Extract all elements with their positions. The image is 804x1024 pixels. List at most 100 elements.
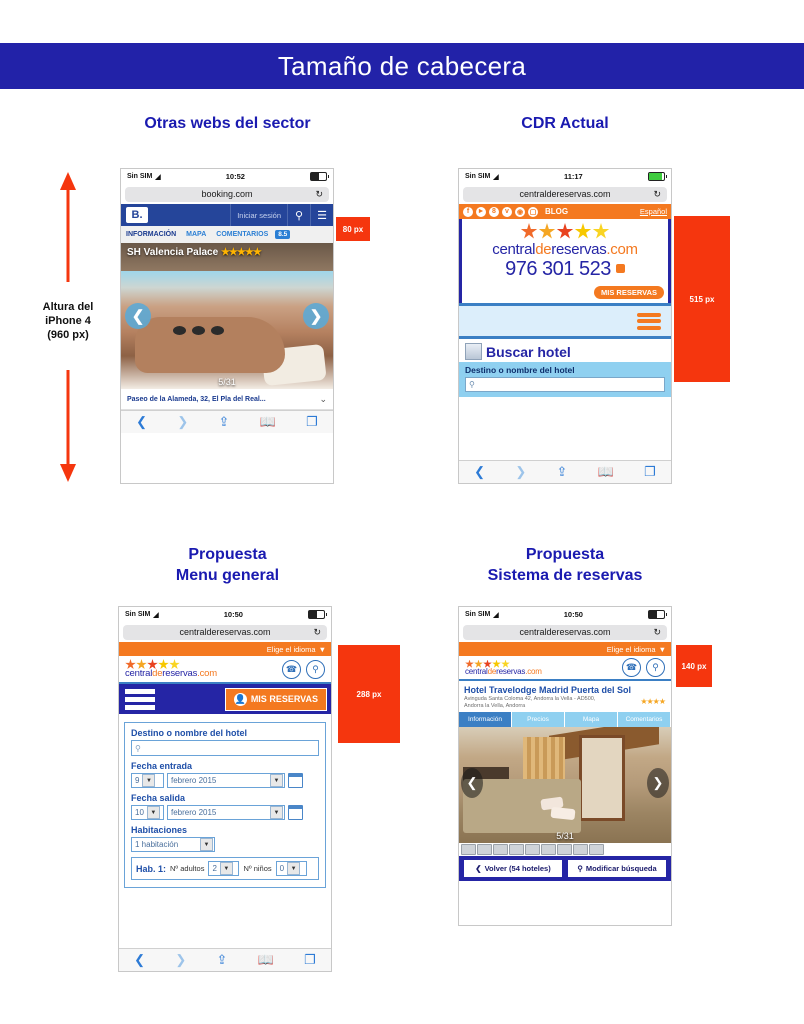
checkin-month-select[interactable]: febrero 2015 ▼: [167, 773, 285, 788]
forward-icon[interactable]: ❯: [177, 414, 188, 430]
modificar-busqueda-button[interactable]: ⚲ Modificar búsqueda: [567, 859, 667, 878]
url-pill[interactable]: booking.com ↻: [125, 186, 329, 202]
tab-comentarios[interactable]: COMENTARIOS: [211, 231, 273, 238]
blog-link[interactable]: BLOG: [545, 207, 568, 216]
destination-input[interactable]: ⚲: [465, 377, 665, 392]
instagram-icon[interactable]: ◉: [515, 206, 525, 217]
mis-reservas-button[interactable]: MIS RESERVAS: [594, 286, 664, 299]
hamburger-icon[interactable]: [125, 686, 155, 713]
google-plus-icon[interactable]: 8: [489, 206, 499, 217]
search-icon[interactable]: ⚲: [646, 658, 665, 677]
photo-prev-icon[interactable]: ❮: [461, 767, 483, 798]
reload-icon[interactable]: ↻: [653, 189, 661, 200]
thumbnail[interactable]: [493, 844, 508, 855]
back-icon[interactable]: ❮: [134, 952, 145, 968]
mascot-stars: [462, 223, 668, 240]
photo-prev-icon[interactable]: ❮: [125, 303, 151, 329]
booking-logo[interactable]: B.: [126, 207, 148, 223]
volver-button[interactable]: ❮ Volver (54 hoteles): [463, 859, 563, 878]
hamburger-icon[interactable]: [637, 310, 661, 332]
back-icon[interactable]: ❮: [136, 414, 147, 430]
page-title: Tamaño de cabecera: [277, 50, 527, 81]
url-bar[interactable]: centraldereservas.com ↻: [119, 622, 331, 642]
chevron-down-icon[interactable]: ▼: [659, 645, 666, 654]
tab-precios[interactable]: Precios: [512, 712, 565, 727]
twitter-icon[interactable]: ►: [476, 206, 486, 217]
phone-icon[interactable]: ☎: [622, 658, 641, 677]
thumbnail[interactable]: [525, 844, 540, 855]
calendar-icon[interactable]: [288, 805, 303, 820]
rooms-select[interactable]: 1 habitación ▼: [131, 837, 215, 852]
checkout-day-select[interactable]: 10 ▼: [131, 805, 164, 820]
hotel-photo[interactable]: SH Valencia Palace ★★★★★ ❮ ❯ 5/31: [121, 243, 333, 389]
destination-input[interactable]: ⚲: [131, 740, 319, 756]
reload-icon[interactable]: ↻: [315, 189, 323, 200]
mail-icon[interactable]: [615, 264, 625, 273]
language-select[interactable]: Elige el idioma: [607, 645, 656, 654]
thumbnail[interactable]: [589, 844, 604, 855]
language-bar[interactable]: Elige el idioma ▼: [119, 642, 331, 656]
checkin-day-select[interactable]: 9 ▼: [131, 773, 164, 788]
thumbnail[interactable]: [573, 844, 588, 855]
photo-thumbnails[interactable]: [459, 843, 671, 856]
tab-comentarios[interactable]: Comentarios: [618, 712, 671, 727]
photo-next-icon[interactable]: ❯: [303, 303, 329, 329]
calendar-icon[interactable]: [288, 773, 303, 788]
thumbnail[interactable]: [557, 844, 572, 855]
tab-mapa[interactable]: MAPA: [181, 231, 211, 238]
hotel-address-row[interactable]: Paseo de la Alameda, 32, El Pla del Real…: [121, 389, 333, 410]
thumbnail[interactable]: [509, 844, 524, 855]
mis-reservas-button[interactable]: 👤 MIS RESERVAS: [224, 687, 327, 711]
hotel-photo[interactable]: ❮ ❯ 5/31: [459, 727, 671, 843]
tabs-icon[interactable]: ❐: [304, 952, 316, 968]
bookmarks-icon[interactable]: 📖: [260, 414, 276, 430]
reload-icon[interactable]: ↻: [653, 627, 661, 638]
search-icon[interactable]: ⚲: [306, 659, 325, 679]
tabs-icon[interactable]: ❐: [306, 414, 318, 430]
rooms-label: Habitaciones: [131, 825, 188, 835]
back-icon[interactable]: ❮: [474, 464, 485, 480]
facebook-icon[interactable]: f: [463, 206, 473, 217]
language-link[interactable]: Español: [640, 207, 667, 216]
language-select[interactable]: Elige el idioma: [267, 645, 316, 654]
search-icon[interactable]: ⚲: [287, 204, 310, 226]
adults-select[interactable]: 2 ▼: [208, 861, 240, 876]
vimeo-icon[interactable]: v: [502, 206, 512, 217]
forward-icon[interactable]: ❯: [515, 464, 526, 480]
thumbnail[interactable]: [477, 844, 492, 855]
tab-informacion[interactable]: Información: [459, 712, 512, 727]
url-pill[interactable]: centraldereservas.com ↻: [463, 186, 667, 202]
chevron-down-icon[interactable]: ⌄: [319, 394, 327, 405]
share-icon[interactable]: ⇪: [557, 464, 568, 480]
tab-mapa[interactable]: Mapa: [565, 712, 618, 727]
url-bar[interactable]: centraldereservas.com ↻: [459, 622, 671, 642]
thumbnail[interactable]: [461, 844, 476, 855]
share-icon[interactable]: ⇪: [217, 952, 228, 968]
language-bar[interactable]: Elige el idioma ▼: [459, 642, 671, 656]
mascot-star-icon: [520, 223, 538, 240]
reload-icon[interactable]: ↻: [313, 627, 321, 638]
photo-next-icon[interactable]: ❯: [647, 767, 669, 798]
url-bar[interactable]: booking.com ↻: [121, 184, 333, 204]
url-pill[interactable]: centraldereservas.com ↻: [123, 624, 327, 640]
share-icon[interactable]: ⇪: [219, 414, 230, 430]
tab-informacion[interactable]: INFORMACIÓN: [121, 231, 181, 238]
children-select[interactable]: 0 ▼: [275, 861, 307, 876]
review-score-badge: 8.5: [275, 230, 291, 239]
bookmarks-icon[interactable]: 📖: [598, 464, 614, 480]
tabs-icon[interactable]: ❐: [644, 464, 656, 480]
url-bar[interactable]: centraldereservas.com ↻: [459, 184, 671, 204]
bookmarks-icon[interactable]: 📖: [258, 952, 274, 968]
iphone-height-label: Altura del iPhone 4 (960 px): [20, 300, 116, 342]
login-button[interactable]: Iniciar sesión: [230, 204, 287, 226]
phone-icon[interactable]: ☎: [282, 659, 301, 679]
thumbnail[interactable]: [541, 844, 556, 855]
buscar-hotel-title: Buscar hotel: [486, 343, 571, 360]
rss-icon[interactable]: ▢: [528, 206, 538, 217]
brand-header: centraldereservas.com ☎ ⚲: [459, 656, 671, 681]
forward-icon[interactable]: ❯: [175, 952, 186, 968]
chevron-down-icon[interactable]: ▼: [319, 645, 326, 654]
checkout-month-select[interactable]: febrero 2015 ▼: [167, 805, 285, 820]
url-pill[interactable]: centraldereservas.com ↻: [463, 624, 667, 640]
menu-icon[interactable]: ☰: [310, 204, 333, 226]
